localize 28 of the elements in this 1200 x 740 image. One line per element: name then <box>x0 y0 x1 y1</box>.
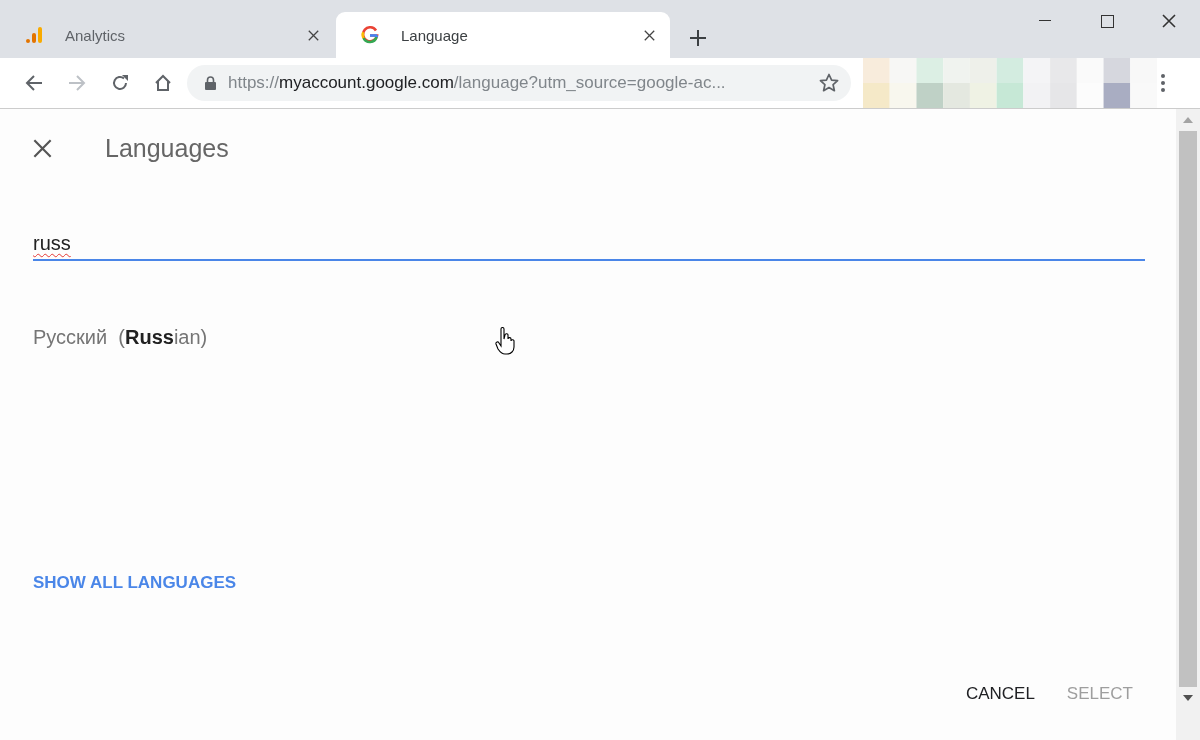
menu-icon[interactable] <box>1161 74 1165 92</box>
browser-tab[interactable]: Language <box>336 12 670 58</box>
browser-tab[interactable]: Analytics <box>0 12 334 58</box>
g-logo-icon <box>361 26 379 44</box>
minimize-icon[interactable] <box>1039 20 1051 22</box>
home-icon[interactable] <box>153 74 172 92</box>
reload-icon[interactable] <box>110 74 129 92</box>
address-bar[interactable]: https://myaccount.google.com/language?utm_source=google-ac... <box>187 65 851 101</box>
show-all-languages-link[interactable]: SHOW ALL LANGUAGES <box>33 573 237 593</box>
back-icon[interactable] <box>24 74 43 92</box>
star-icon[interactable] <box>819 73 839 93</box>
close-icon[interactable] <box>33 138 52 158</box>
url-text: https://myaccount.google.com/language?utm_source=google-ac... <box>228 73 727 93</box>
lock-icon <box>205 76 216 90</box>
new-tab-icon[interactable] <box>690 30 706 46</box>
language-option[interactable]: Русский (Russian) <box>33 326 208 349</box>
close-icon[interactable] <box>644 29 655 41</box>
bar-chart-icon <box>25 26 43 44</box>
close-icon[interactable] <box>308 29 319 41</box>
scroll-down-icon[interactable] <box>1183 695 1193 701</box>
search-value: russ <box>33 232 71 256</box>
hand-cursor-icon <box>495 327 517 355</box>
dialog-title: Languages <box>105 133 229 163</box>
search-field[interactable]: russ <box>33 227 1145 261</box>
maximize-icon[interactable] <box>1100 14 1114 28</box>
scrollbar-thumb[interactable] <box>1179 131 1197 687</box>
action-button[interactable]: CANCEL <box>965 684 1035 704</box>
close-window-icon[interactable] <box>1162 14 1176 28</box>
